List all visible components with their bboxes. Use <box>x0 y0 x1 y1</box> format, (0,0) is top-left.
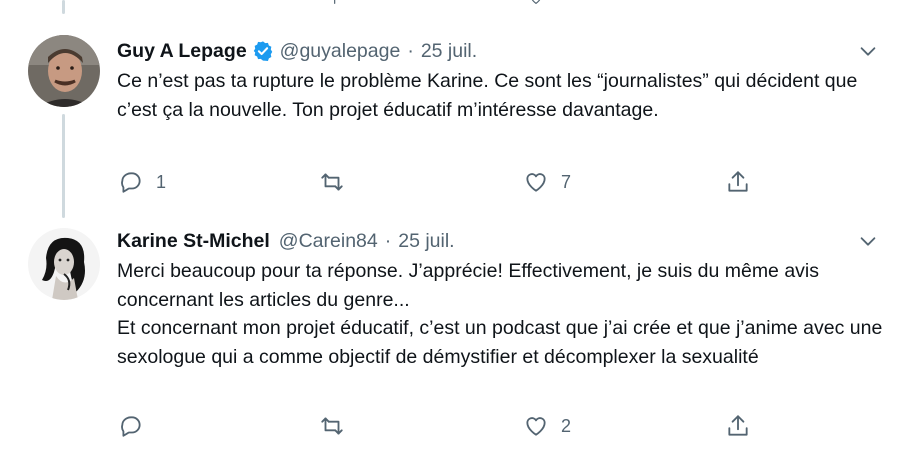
avatar[interactable] <box>28 228 100 300</box>
tweet[interactable]: Karine St-Michel @Carein84 · 25 juil. Me… <box>0 216 906 454</box>
verified-badge-icon <box>253 41 272 61</box>
display-name[interactable]: Karine St-Michel <box>117 230 270 253</box>
tweet-date[interactable]: 25 juil. <box>421 40 477 63</box>
tweet-paragraph: Merci beaucoup pour ta réponse. J’appréc… <box>117 260 819 311</box>
separator-dot: · <box>407 39 414 62</box>
avatar[interactable] <box>28 35 100 107</box>
retweet-button[interactable] <box>319 411 357 441</box>
like-count: 2 <box>561 415 572 436</box>
chevron-down-icon[interactable] <box>857 40 879 62</box>
tweet-header: Karine St-Michel @Carein84 · 25 juil. <box>117 228 455 254</box>
share-button[interactable] <box>725 411 751 441</box>
tweet-paragraph: Ce n’est pas ta rupture le problème Kari… <box>117 70 858 121</box>
share-icon <box>728 171 748 192</box>
retweet-icon <box>321 173 343 191</box>
share-icon <box>728 415 748 436</box>
like-button[interactable]: 2 <box>523 411 571 441</box>
share-button[interactable] <box>725 167 751 197</box>
avatar-photo <box>28 35 100 107</box>
reply-button[interactable]: 1 <box>118 167 166 197</box>
reply-count: 1 <box>156 171 167 192</box>
reply-icon <box>121 172 141 193</box>
reply-button[interactable] <box>118 411 156 441</box>
tweet-date[interactable]: 25 juil. <box>398 230 454 253</box>
user-handle[interactable]: @Carein84 <box>279 230 378 253</box>
tweet-header: Guy A Lepage @guyalepage · 25 juil. <box>117 38 477 64</box>
user-handle[interactable]: @guyalepage <box>280 40 401 63</box>
heart-icon <box>526 417 546 436</box>
separator-dot: · <box>384 229 392 252</box>
like-count: 7 <box>561 171 572 192</box>
avatar-photo <box>28 228 100 300</box>
tweet-text: Merci beaucoup pour ta réponse. J’appréc… <box>117 257 887 371</box>
chevron-down-icon[interactable] <box>857 230 879 252</box>
tweet[interactable]: Guy A Lepage @guyalepage · 25 juil. Ce n… <box>0 0 906 216</box>
display-name[interactable]: Guy A Lepage <box>117 40 247 63</box>
reply-icon <box>121 416 141 437</box>
retweet-icon <box>321 417 343 435</box>
retweet-button[interactable] <box>319 167 357 197</box>
like-button[interactable]: 7 <box>523 167 571 197</box>
tweet-text: Ce n’est pas ta rupture le problème Kari… <box>117 67 887 124</box>
tweet-paragraph: Et concernant mon projet éducatif, c’est… <box>117 317 883 368</box>
heart-icon <box>526 173 546 192</box>
